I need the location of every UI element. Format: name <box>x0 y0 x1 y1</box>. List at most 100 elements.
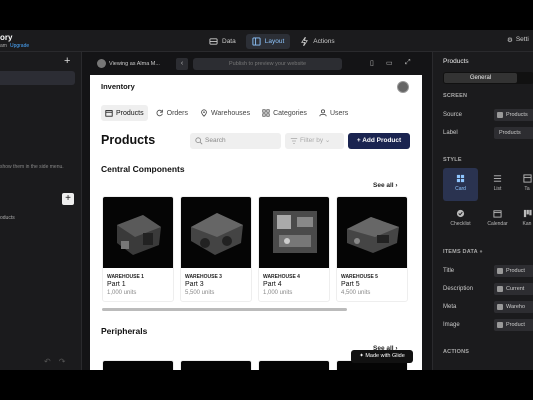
tablet-icon[interactable]: ▭ <box>386 59 393 67</box>
expand-icon[interactable]: ⤢ <box>405 59 411 67</box>
add-tab-icon[interactable]: + <box>64 55 70 67</box>
made-with-glide-badge[interactable]: ✦ Made with Glide <box>351 350 413 363</box>
title-field-select[interactable]: Product <box>494 265 533 277</box>
actions-heading: ACTIONS <box>443 349 470 355</box>
user-icon <box>319 109 327 117</box>
product-card[interactable]: WAREHOUSE 4 Part 4 1,000 units <box>258 196 330 302</box>
product-card[interactable] <box>102 360 174 370</box>
horizontal-scrollbar[interactable] <box>102 308 347 311</box>
location-pin-icon <box>201 109 207 117</box>
screen-heading: SCREEN <box>443 93 468 99</box>
chevron-right-icon: › <box>395 182 398 189</box>
card-name: Part 4 <box>263 281 282 288</box>
mode-layout[interactable]: Layout <box>245 34 291 49</box>
see-all-link[interactable]: See all › <box>373 182 398 189</box>
see-all-label: See all <box>373 182 394 189</box>
tab-label: Products <box>116 109 144 117</box>
description-field-select[interactable]: Current <box>494 283 533 295</box>
product-image <box>103 361 173 370</box>
lightning-icon <box>301 37 309 46</box>
mode-label: Actions <box>313 38 335 45</box>
chevron-down-icon: ⌄ <box>323 137 331 144</box>
selected-tab-row[interactable] <box>0 71 75 85</box>
add-menu-item-button[interactable]: + <box>62 193 74 205</box>
publish-bar[interactable]: Publish to preview your website <box>193 58 342 70</box>
search-icon <box>195 137 203 145</box>
style-label: Calendar <box>487 221 508 227</box>
card-name: Part 5 <box>341 281 360 288</box>
source-select[interactable]: Products <box>494 109 533 121</box>
field-label: Image <box>443 322 460 328</box>
style-checklist[interactable]: Checklist <box>443 203 478 236</box>
nav-tabs: Products Orders Warehouses Categories Us… <box>101 105 352 121</box>
tab-orders[interactable]: Orders <box>152 105 192 121</box>
product-image <box>337 197 407 268</box>
style-kanban[interactable]: Kan <box>517 203 533 236</box>
field-value: Current <box>506 286 525 292</box>
undo-icon[interactable]: ↶ <box>44 357 51 366</box>
style-list[interactable]: List <box>480 168 515 201</box>
tab-warehouses[interactable]: Warehouses <box>196 105 254 121</box>
product-image <box>181 361 251 370</box>
table-icon <box>522 174 532 183</box>
product-card[interactable]: WAREHOUSE 1 Part 1 1,000 units <box>102 196 174 302</box>
mode-data[interactable]: Data <box>203 34 242 49</box>
image-field-select[interactable]: Product <box>494 319 533 331</box>
mode-actions[interactable]: Actions <box>294 34 340 49</box>
style-table[interactable]: Ta <box>517 168 533 201</box>
viewer-avatar <box>97 59 106 68</box>
product-card[interactable]: WAREHOUSE 3 Part 3 5,500 units <box>180 196 252 302</box>
column-icon <box>497 304 503 310</box>
preview-area: Viewing as Alma M... ‹ Publish to previe… <box>82 52 432 370</box>
plan-label: am <box>0 43 7 49</box>
label-label: Label <box>443 130 458 136</box>
tab-general[interactable]: General <box>444 73 517 83</box>
field-label: Title <box>443 268 455 274</box>
search-placeholder: Search <box>205 137 226 144</box>
refresh-icon <box>156 109 163 117</box>
part-image <box>191 213 243 255</box>
tab-label: Warehouses <box>211 109 251 117</box>
source-value: Products <box>506 112 528 118</box>
bottom-margin <box>0 370 533 400</box>
card-warehouse: WAREHOUSE 3 <box>185 274 222 280</box>
redo-icon[interactable]: ↷ <box>59 357 66 366</box>
items-data-label: ITEMS DATA <box>443 249 478 255</box>
database-icon <box>209 38 218 45</box>
kanban-icon <box>523 209 532 218</box>
source-label: Source <box>443 112 463 118</box>
product-card[interactable]: WAREHOUSE 5 Part 5 4,500 units <box>336 196 408 302</box>
product-card[interactable] <box>258 360 330 370</box>
menu-item-products[interactable]: oducts <box>0 215 15 221</box>
upgrade-link[interactable]: Upgrade <box>10 43 29 49</box>
left-panel: + show them in the side menu. + oducts ↶… <box>0 52 82 370</box>
tab-users[interactable]: Users <box>315 105 352 121</box>
search-input[interactable]: Search <box>190 133 281 149</box>
label-input[interactable]: Products <box>494 127 533 139</box>
column-icon <box>497 268 503 274</box>
product-image <box>103 197 173 268</box>
meta-field-select[interactable]: Wareho <box>494 301 533 313</box>
inspector-panel: Products General SCREEN Source Products … <box>432 52 533 370</box>
tab-categories[interactable]: Categories <box>258 105 311 121</box>
tab-label: Orders <box>166 109 189 117</box>
card-icon <box>456 174 465 183</box>
style-heading: STYLE <box>443 157 462 163</box>
mobile-icon[interactable]: ▯ <box>370 59 374 67</box>
card-units: 4,500 units <box>341 290 371 296</box>
tab-products[interactable]: Products <box>101 105 148 121</box>
product-card[interactable] <box>180 360 252 370</box>
style-calendar[interactable]: Calendar <box>480 203 515 236</box>
add-product-button[interactable]: + Add Product <box>348 133 410 149</box>
filter-dropdown[interactable]: Filter by ⌄ <box>285 133 344 149</box>
settings-button[interactable]: ⚙ Setti <box>507 36 529 44</box>
card-warehouse: WAREHOUSE 4 <box>263 274 300 280</box>
box-icon <box>105 110 113 117</box>
user-avatar[interactable] <box>397 81 409 93</box>
mode-label: Layout <box>264 38 285 45</box>
field-value: Product <box>506 322 525 328</box>
chevron-left-icon[interactable]: ‹ <box>176 58 188 70</box>
style-card[interactable]: Card <box>443 168 478 201</box>
viewing-as[interactable]: Viewing as Alma M... <box>97 59 160 68</box>
product-image <box>181 197 251 268</box>
